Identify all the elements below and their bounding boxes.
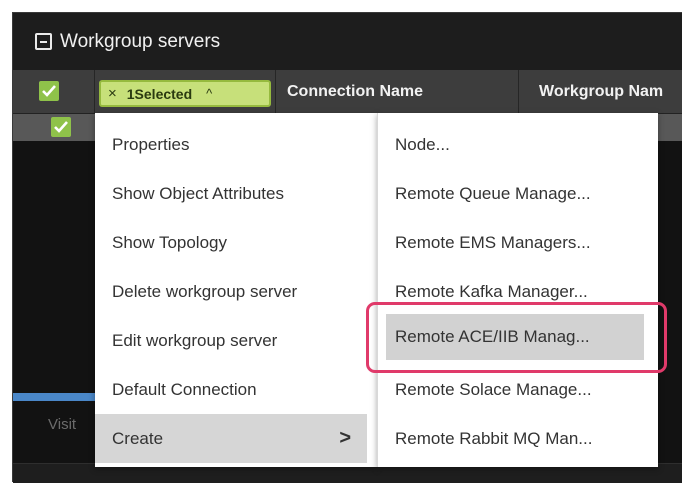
menu-item-edit-workgroup-server[interactable]: Edit workgroup server xyxy=(95,316,367,365)
menu-item-label: Create xyxy=(112,429,164,448)
column-header-workgroup-name[interactable]: Workgroup Nam xyxy=(539,70,663,113)
menu-item-label: Show Topology xyxy=(112,233,227,252)
context-menu: Properties Show Object Attributes Show T… xyxy=(95,113,377,467)
column-divider[interactable] xyxy=(275,70,276,113)
submenu-item-label: Remote Solace Manage... xyxy=(395,380,592,399)
selection-badge[interactable]: × 1Selected ^ xyxy=(99,80,271,107)
submenu-item-label: Node... xyxy=(395,135,450,154)
menu-item-label: Edit workgroup server xyxy=(112,331,278,350)
submenu-item-remote-ems-managers[interactable]: Remote EMS Managers... xyxy=(377,218,658,267)
menu-item-show-topology[interactable]: Show Topology xyxy=(95,218,367,267)
chevron-right-icon: > xyxy=(339,427,351,449)
status-text: Visit xyxy=(48,416,77,433)
submenu-item-label: Remote Queue Manage... xyxy=(395,184,591,203)
checkmark-icon xyxy=(54,121,68,133)
menu-item-label: Delete workgroup server xyxy=(112,282,298,301)
menu-item-show-object-attributes[interactable]: Show Object Attributes xyxy=(95,169,367,218)
submenu-item-label: Remote Rabbit MQ Man... xyxy=(395,429,593,448)
highlight-annotation xyxy=(366,302,667,373)
selection-count-label: 1Selected xyxy=(126,85,193,102)
submenu-item-label: Remote EMS Managers... xyxy=(395,233,591,252)
menu-item-label: Properties xyxy=(112,135,190,154)
submenu-item-remote-rabbit-mq-manager[interactable]: Remote Rabbit MQ Man... xyxy=(377,414,658,463)
menu-item-properties[interactable]: Properties xyxy=(95,120,367,169)
menu-item-delete-workgroup-server[interactable]: Delete workgroup server xyxy=(95,267,367,316)
panel-title: Workgroup servers xyxy=(60,30,221,52)
submenu-item-node[interactable]: Node... xyxy=(377,120,658,169)
table-header: × 1Selected ^ Connection Name Workgroup … xyxy=(13,70,682,114)
select-all-cell xyxy=(13,70,95,113)
close-icon[interactable]: × xyxy=(108,85,117,102)
column-divider[interactable] xyxy=(518,70,519,113)
column-header-connection-name[interactable]: Connection Name xyxy=(287,70,423,113)
select-all-checkbox[interactable] xyxy=(39,81,59,101)
submenu-item-label: Remote Kafka Manager... xyxy=(395,282,588,301)
chevron-up-icon[interactable]: ^ xyxy=(206,86,212,101)
menu-item-label: Default Connection xyxy=(112,380,257,399)
menu-item-default-connection[interactable]: Default Connection xyxy=(95,365,367,414)
progress-bar xyxy=(13,393,103,401)
row-checkbox[interactable] xyxy=(51,117,71,137)
menu-item-label: Show Object Attributes xyxy=(112,184,284,203)
submenu-item-remote-queue-manager[interactable]: Remote Queue Manage... xyxy=(377,169,658,218)
menu-item-create[interactable]: Create > xyxy=(95,414,367,463)
panel-header: Workgroup servers xyxy=(13,13,682,70)
create-submenu: Node... Remote Queue Manage... Remote EM… xyxy=(377,113,658,467)
collapse-icon[interactable] xyxy=(35,33,52,50)
checkmark-icon xyxy=(42,85,56,97)
